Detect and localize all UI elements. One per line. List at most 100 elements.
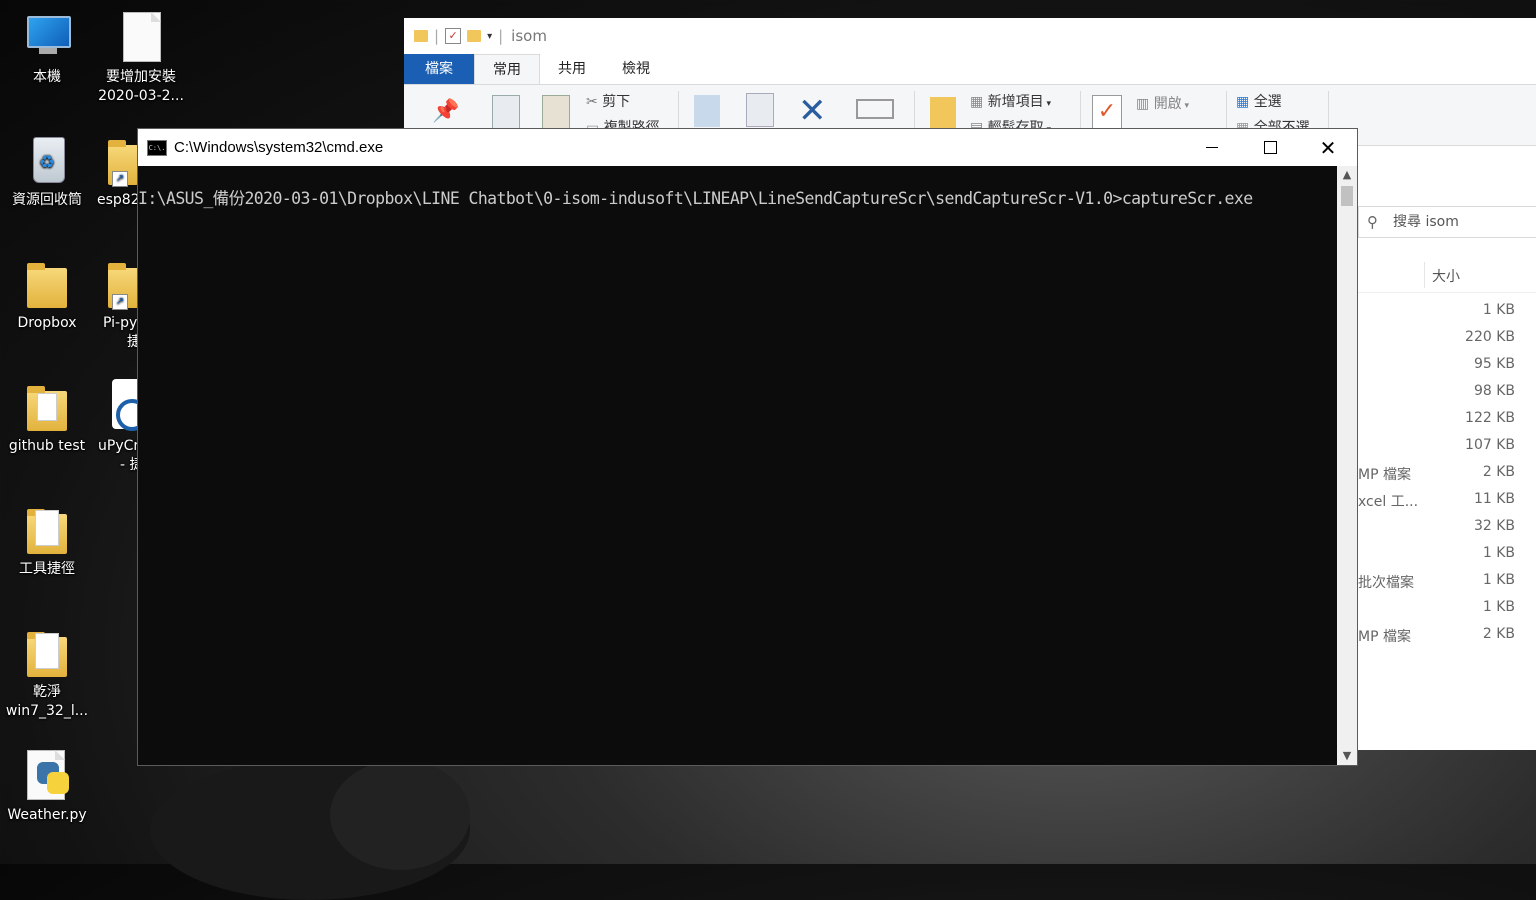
file-row[interactable]: MP 檔案 2 KB [1358, 622, 1536, 649]
vertical-scrollbar[interactable]: ▲ ▼ [1337, 166, 1357, 765]
new-item-button[interactable]: ▦ 新增項目 ▾ [970, 91, 1051, 111]
properties-icon[interactable]: ✓ [445, 28, 462, 44]
move-to-icon[interactable] [694, 95, 720, 127]
close-button[interactable]: ✕ [1299, 129, 1357, 166]
desktop-icon-label: Dropbox [17, 315, 77, 331]
desktop-icon-label: win7_32_l... [5, 703, 89, 719]
desktop-icon-label: github test [8, 438, 86, 454]
maximize-button[interactable] [1241, 129, 1299, 166]
file-row[interactable]: 122 KB [1358, 406, 1536, 433]
open-button[interactable]: ▥ 開啟 ▾ [1136, 93, 1189, 113]
desktop-icon-upycraft[interactable]: uPyCr - 捷 [92, 379, 148, 475]
cmd-app-icon[interactable]: C:\. [147, 139, 167, 156]
copy-icon[interactable] [492, 95, 520, 129]
maximize-icon [1263, 141, 1277, 154]
tab-share[interactable]: 共用 [540, 54, 604, 84]
file-row[interactable]: 32 KB [1358, 514, 1536, 541]
size-column-header[interactable]: 大小 [1432, 266, 1460, 286]
folder-icon[interactable] [414, 30, 428, 42]
file-row[interactable]: 批次檔案 1 KB [1358, 568, 1536, 595]
folder-icon: ↗ [108, 133, 138, 189]
select-all-icon: ▦ [1236, 94, 1254, 110]
scroll-up-icon[interactable]: ▲ [1337, 166, 1357, 184]
desktop-icon-label: 捷 [127, 334, 137, 350]
cmd-title-bar[interactable]: C:\. C:\Windows\system32\cmd.exe ✕ [138, 129, 1357, 166]
select-all-button[interactable]: ▦ 全選 [1236, 91, 1282, 111]
desktop-icon-label: 工具捷徑 [19, 561, 75, 577]
cmd-window[interactable]: C:\. C:\Windows\system32\cmd.exe ✕ I:\AS… [137, 128, 1358, 766]
new-folder-icon[interactable] [930, 97, 956, 129]
folder-icon [19, 379, 75, 435]
file-row[interactable]: MP 檔案 2 KB [1358, 460, 1536, 487]
folder-icon: ↗ [108, 256, 138, 312]
tab-view[interactable]: 檢視 [604, 54, 668, 84]
recycle-bin-icon: ♻ [19, 133, 75, 189]
computer-icon [19, 10, 75, 66]
file-row[interactable]: xcel 工... 11 KB [1358, 487, 1536, 514]
folder-icon [19, 502, 75, 558]
folder-icon [19, 625, 75, 681]
console-line: I:\ASUS_備份2020-03-01\Dropbox\LINE Chatbo… [138, 189, 1253, 208]
tab-file[interactable]: 檔案 [404, 54, 474, 84]
tab-home[interactable]: 常用 [474, 54, 540, 84]
desktop-icon-label: 要增加安裝 [106, 69, 176, 85]
file-row[interactable]: 95 KB [1358, 352, 1536, 379]
minimize-icon [1206, 147, 1218, 148]
scroll-down-icon[interactable]: ▼ [1337, 747, 1357, 765]
search-placeholder: 搜尋 isom [1393, 214, 1459, 230]
ribbon-tabs: 檔案 常用 共用 檢視 [404, 54, 1536, 84]
desktop-icon-install-list[interactable]: 要增加安裝 2020-03-2... [95, 10, 187, 106]
desktop-icon-label: 資源回收筒 [12, 192, 82, 208]
shortcut-arrow-icon: ↗ [112, 171, 128, 187]
upycraft-icon [100, 379, 148, 435]
delete-icon[interactable]: ✕ [798, 91, 827, 131]
desktop-icon-label: 乾淨 [33, 684, 61, 700]
file-row[interactable]: 1 KB [1358, 595, 1536, 622]
document-icon [113, 10, 169, 66]
scissors-icon: ✂ [586, 94, 603, 110]
desktop-icon-dropbox[interactable]: Dropbox [1, 256, 93, 333]
folder-icon [19, 256, 75, 312]
close-icon: ✕ [1319, 135, 1337, 160]
properties-icon[interactable]: ✓ [1092, 95, 1122, 129]
customize-qa-icon[interactable]: ▾ [487, 31, 492, 42]
paste-icon[interactable] [542, 95, 570, 129]
desktop-icon-this-pc[interactable]: 本機 [1, 10, 93, 87]
desktop-icon-weather-py[interactable]: Weather.py [1, 748, 93, 825]
desktop-icon-label: Weather.py [7, 807, 87, 823]
search-icon: ⚲ [1367, 213, 1378, 231]
window-title: isom [511, 27, 547, 45]
desktop-icon-github-test[interactable]: github test [1, 379, 93, 456]
desktop-icon-label: - 捷 [120, 457, 137, 473]
file-row[interactable]: 220 KB [1358, 325, 1536, 352]
desktop-icon-recycle-bin[interactable]: ♻ 資源回收筒 [1, 133, 93, 210]
desktop-icon-label: esp82 [97, 192, 137, 208]
python-file-icon [19, 748, 75, 804]
file-row[interactable]: 98 KB [1358, 379, 1536, 406]
minimize-button[interactable] [1183, 129, 1241, 166]
desktop-icon-esp82[interactable]: ↗ esp82 [92, 133, 138, 210]
file-row[interactable]: 107 KB [1358, 433, 1536, 460]
cut-button[interactable]: ✂ 剪下 [586, 91, 630, 111]
console-output[interactable]: I:\ASUS_備份2020-03-01\Dropbox\LINE Chatbo… [138, 166, 1337, 784]
pin-icon[interactable]: 📌 [432, 99, 459, 124]
new-folder-icon[interactable] [467, 30, 482, 42]
desktop-icon-label: 本機 [33, 69, 61, 85]
quick-access-toolbar: | ✓ ▾ | [414, 27, 503, 45]
explorer-title-bar: | ✓ ▾ | isom [404, 18, 1536, 54]
rename-icon[interactable] [856, 99, 894, 119]
search-input[interactable]: ⚲ 搜尋 isom [1358, 206, 1536, 238]
desktop-icon-label: 2020-03-2... [98, 88, 184, 104]
desktop-icon-pi-py[interactable]: ↗ Pi-py 捷 [92, 256, 138, 352]
column-header: 大小 [1358, 258, 1536, 293]
file-row[interactable]: 1 KB [1358, 298, 1536, 325]
window-title: C:\Windows\system32\cmd.exe [174, 139, 384, 156]
desktop-icon-tool-shortcuts[interactable]: 工具捷徑 [1, 502, 93, 579]
desktop-icon-label: uPyCr [98, 438, 137, 454]
scrollbar-thumb[interactable] [1341, 186, 1353, 206]
desktop-icon-clean-win7[interactable]: 乾淨 win7_32_l... [1, 625, 93, 721]
file-row[interactable]: 1 KB [1358, 541, 1536, 568]
copy-to-icon[interactable] [746, 93, 774, 127]
shortcut-arrow-icon: ↗ [112, 294, 128, 310]
desktop-icon-label: Pi-py [103, 315, 137, 331]
